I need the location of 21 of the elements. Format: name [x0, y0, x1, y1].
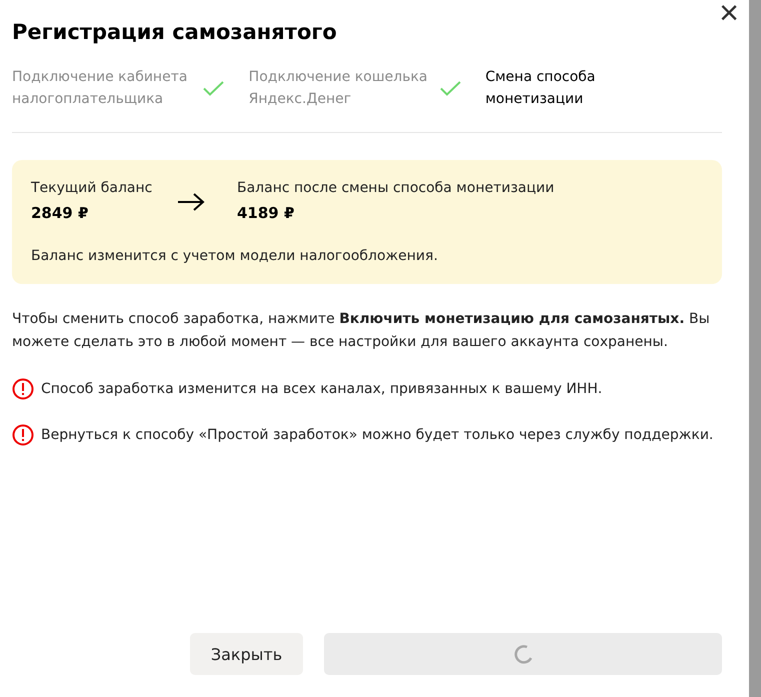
dialog-title: Регистрация самозанятого — [12, 20, 338, 44]
balance-label: Баланс после смены способа монетизации — [237, 180, 554, 196]
step-label: Подключение кошелька Яндекс.Денег — [248, 68, 429, 109]
balance-value: 4189 ₽ — [237, 204, 296, 222]
check-icon — [440, 80, 461, 96]
balance-label: Текущий баланс — [31, 180, 154, 196]
confirm-button[interactable] — [324, 633, 722, 675]
balance-note: Баланс изменится с учетом модели налогообложения. — [31, 248, 439, 264]
arrow-right-icon — [177, 192, 205, 212]
step-label: Подключение кабинета налогоплательщика — [12, 68, 188, 109]
spinner-icon — [513, 644, 533, 664]
warning-text: Способ заработка изменится на всех каналах, привязанных к вашему ИНН. — [41, 381, 602, 397]
warning-text: Вернуться к способу «Простой заработок» можно будет только через службу поддержки. — [41, 427, 714, 443]
step-label: Смена способа монетизации — [485, 68, 596, 109]
warning-icon — [12, 424, 34, 446]
warning-icon — [12, 378, 34, 400]
description-text: Чтобы сменить способ заработка, нажмите Включить монетизацию для самозанятых. Вы можете сделать это в любой момент — все настройки для вашего аккаунта сохранены. — [12, 310, 711, 352]
close-button[interactable]: Закрыть — [190, 633, 303, 675]
close-button[interactable]: × — [719, 0, 739, 26]
balance-value: 2849 ₽ — [31, 204, 90, 222]
check-icon — [203, 80, 224, 96]
